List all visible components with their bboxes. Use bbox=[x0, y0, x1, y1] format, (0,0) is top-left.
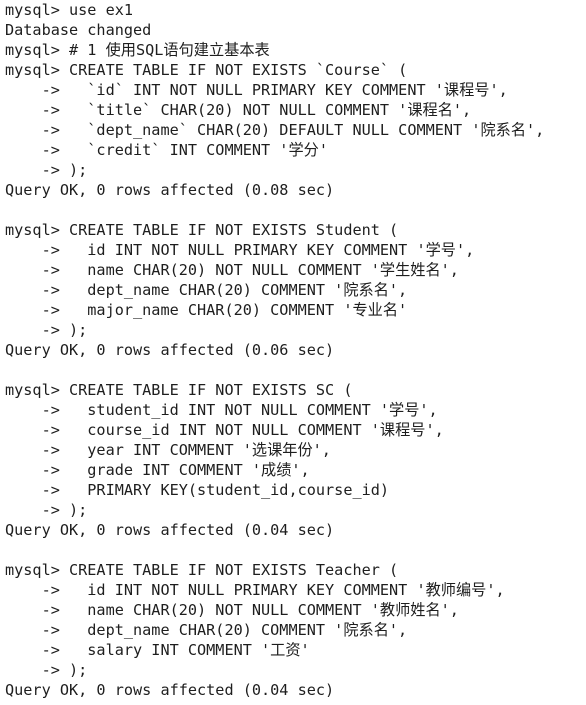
terminal-line: -> grade INT COMMENT '成绩', bbox=[5, 461, 310, 479]
terminal-line: mysql> CREATE TABLE IF NOT EXISTS Teache… bbox=[5, 561, 399, 579]
terminal-line: -> ); bbox=[5, 161, 88, 179]
terminal-line: -> name CHAR(20) NOT NULL COMMENT '学生姓名'… bbox=[5, 261, 459, 279]
terminal-line: -> id INT NOT NULL PRIMARY KEY COMMENT '… bbox=[5, 581, 505, 599]
terminal-line: Query OK, 0 rows affected (0.04 sec) bbox=[5, 681, 335, 699]
terminal-line: -> ); bbox=[5, 501, 88, 519]
terminal-line: -> course_id INT NOT NULL COMMENT '课程号', bbox=[5, 421, 444, 439]
terminal-output[interactable]: mysql> use ex1 Database changed mysql> #… bbox=[0, 0, 586, 705]
terminal-line: -> id INT NOT NULL PRIMARY KEY COMMENT '… bbox=[5, 241, 475, 259]
terminal-line: Query OK, 0 rows affected (0.04 sec) bbox=[5, 521, 335, 539]
terminal-line: Query OK, 0 rows affected (0.08 sec) bbox=[5, 181, 335, 199]
terminal-line: Database changed bbox=[5, 21, 152, 39]
terminal-line: -> `credit` INT COMMENT '学分' bbox=[5, 141, 328, 159]
terminal-line: -> salary INT COMMENT '工资' bbox=[5, 641, 310, 659]
terminal-line: mysql> CREATE TABLE IF NOT EXISTS `Cours… bbox=[5, 61, 408, 79]
terminal-line: -> PRIMARY KEY(student_id,course_id) bbox=[5, 481, 390, 499]
terminal-line: Query OK, 0 rows affected (0.06 sec) bbox=[5, 341, 335, 359]
terminal-line: -> major_name CHAR(20) COMMENT '专业名' bbox=[5, 301, 408, 319]
terminal-line: -> name CHAR(20) NOT NULL COMMENT '教师姓名'… bbox=[5, 601, 459, 619]
terminal-line: mysql> CREATE TABLE IF NOT EXISTS Studen… bbox=[5, 221, 399, 239]
terminal-line: mysql> # 1 使用SQL语句建立基本表 bbox=[5, 41, 270, 59]
terminal-line: -> year INT COMMENT '选课年份', bbox=[5, 441, 331, 459]
terminal-line: -> ); bbox=[5, 661, 88, 679]
terminal-line: -> `dept_name` CHAR(20) DEFAULT NULL COM… bbox=[5, 121, 545, 139]
terminal-line: mysql> CREATE TABLE IF NOT EXISTS SC ( bbox=[5, 381, 353, 399]
terminal-line: -> dept_name CHAR(20) COMMENT '院系名', bbox=[5, 281, 408, 299]
terminal-line: mysql> use ex1 bbox=[5, 1, 134, 19]
terminal-line: -> student_id INT NOT NULL COMMENT '学号', bbox=[5, 401, 438, 419]
terminal-line: -> `id` INT NOT NULL PRIMARY KEY COMMENT… bbox=[5, 81, 508, 99]
terminal-line: -> ); bbox=[5, 321, 88, 339]
terminal-line: -> dept_name CHAR(20) COMMENT '院系名', bbox=[5, 621, 408, 639]
terminal-line: -> `title` CHAR(20) NOT NULL COMMENT '课程… bbox=[5, 101, 472, 119]
